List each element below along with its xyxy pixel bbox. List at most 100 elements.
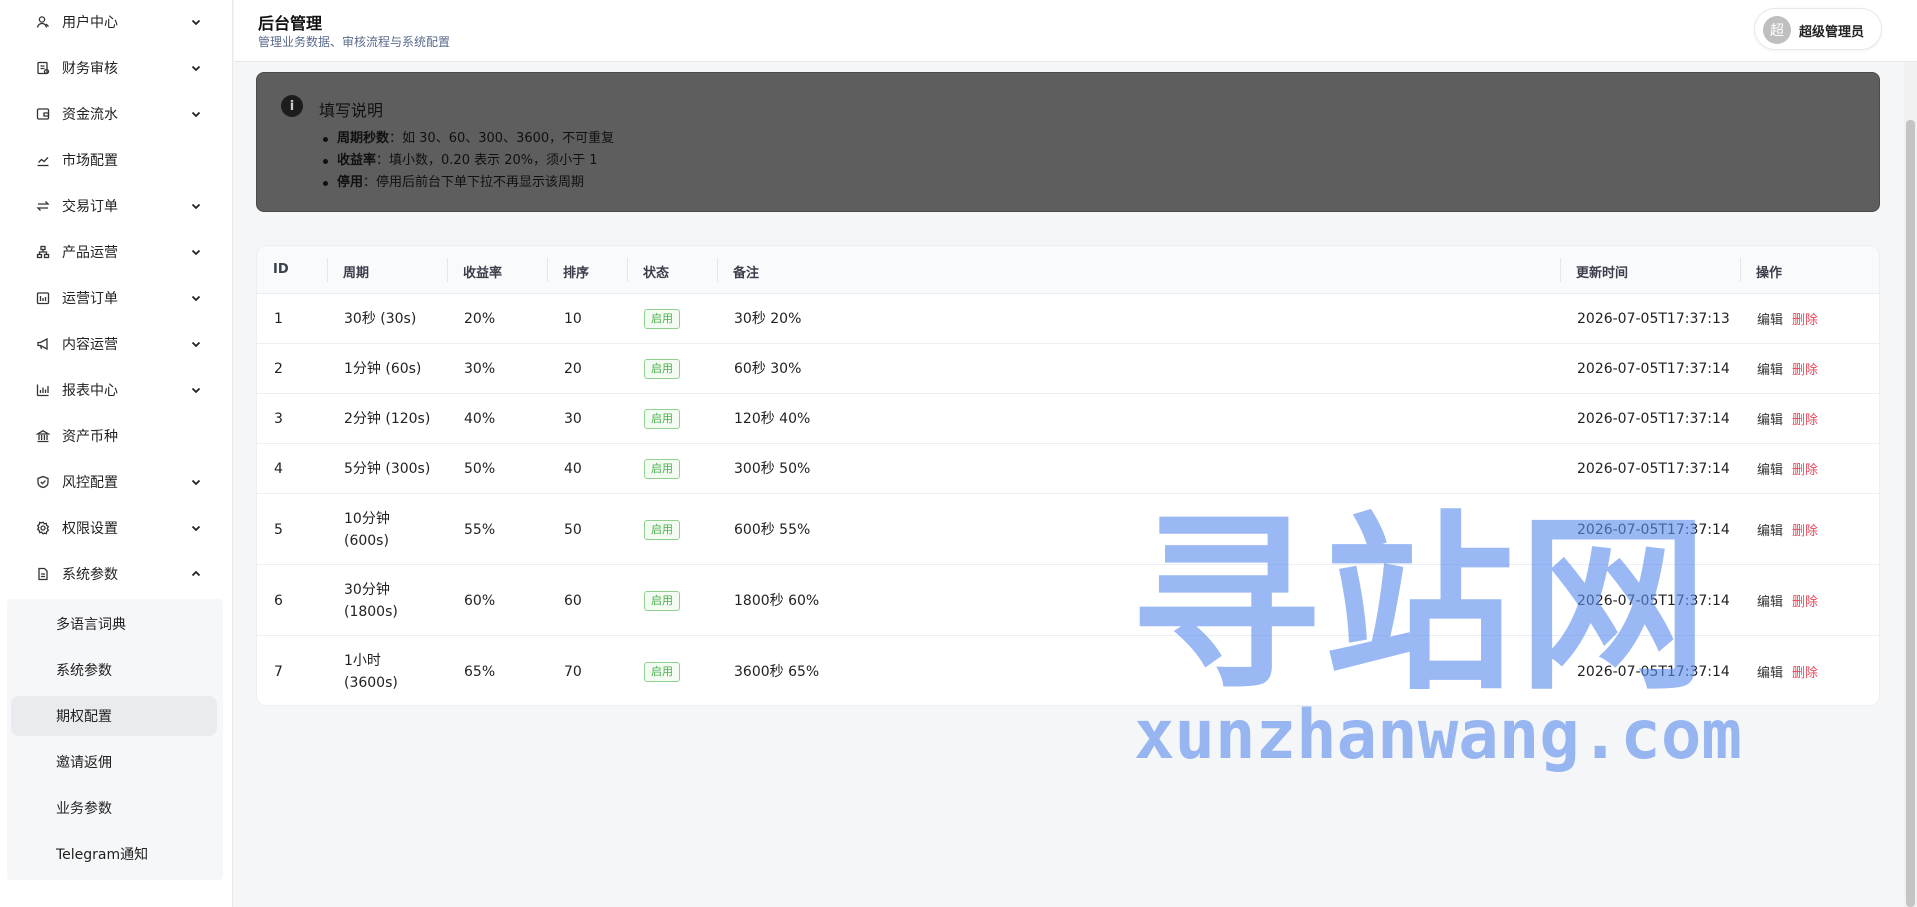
instructions-list: 周期秒数：如 30、60、300、3600，不可重复 收益率：填小数，0.20 表… — [323, 128, 614, 194]
chevron-down-icon — [190, 200, 202, 212]
cell-period: 30分钟 — [344, 581, 390, 598]
cell-updated: 2026-07-05T17:37:13 — [1577, 311, 1730, 327]
status-badge: 启用 — [644, 661, 680, 682]
delete-button[interactable]: 删除 — [1792, 459, 1818, 478]
watermark-chinese: 寻站网 — [1130, 495, 1713, 716]
cell-period-seconds: (600s) — [344, 532, 389, 549]
instructions-item: 收益率：填小数，0.20 表示 20%，须小于 1 — [323, 150, 614, 172]
bar-chart-icon — [36, 383, 50, 397]
sidebar-item[interactable]: 资产币种 — [0, 416, 233, 456]
sidebar-item[interactable]: 内容运营 — [0, 324, 233, 364]
submenu-item-label: 期权配置 — [56, 709, 112, 725]
user-menu-button[interactable]: 超 超级管理员 — [1754, 8, 1882, 50]
edit-button[interactable]: 编辑 — [1757, 520, 1783, 539]
column-header-status: 状态 — [643, 266, 670, 281]
column-header-id: ID — [273, 262, 289, 277]
instructions-title: 填写说明 — [319, 101, 384, 120]
submenu-item-label: 系统参数 — [56, 663, 112, 679]
sidebar-item[interactable]: 风控配置 — [0, 462, 233, 502]
chevron-down-icon — [190, 292, 202, 304]
chevron-down-icon — [190, 62, 202, 74]
status-badge: 启用 — [644, 359, 680, 379]
submenu-item[interactable]: Telegram通知 — [11, 834, 217, 874]
submenu-item[interactable]: 多语言词典 — [11, 604, 217, 644]
column-divider — [1560, 258, 1561, 282]
cell-id: 2 — [274, 361, 283, 377]
sidebar-item[interactable]: 财务审核 — [0, 48, 233, 88]
column-divider — [547, 258, 548, 282]
chevron-down-icon — [190, 384, 202, 396]
delete-button[interactable]: 删除 — [1792, 591, 1818, 610]
submenu-system-params: 多语言词典系统参数期权配置邀请返佣业务参数 Telegram通知 — [7, 599, 223, 880]
cell-remark: 3600秒 65% — [734, 663, 820, 680]
scrollbar-thumb[interactable] — [1906, 120, 1915, 907]
cell-rate: 40% — [464, 411, 496, 427]
sidebar-item[interactable]: 市场配置 — [0, 140, 233, 180]
column-header-rate: 收益率 — [463, 266, 503, 281]
cell-id: 7 — [274, 663, 283, 680]
column-header-sort: 排序 — [563, 266, 590, 281]
bank-icon — [36, 429, 50, 443]
edit-button[interactable]: 编辑 — [1757, 359, 1783, 378]
cell-remark: 30秒 20% — [734, 311, 802, 327]
submenu-item-label: 邀请返佣 — [56, 755, 112, 771]
submenu-item[interactable]: 业务参数 — [11, 788, 217, 828]
sidebar: 用户中心财务审核资金流水市场配置交易订单产品运营运营订单内容运营报表中心资产币种… — [0, 0, 233, 907]
edit-button[interactable]: 编辑 — [1757, 409, 1783, 428]
sidebar-item-label: 用户中心 — [62, 15, 118, 31]
sidebar-item[interactable]: 运营订单 — [0, 278, 233, 318]
cell-sort: 40 — [564, 461, 582, 477]
cell-id: 5 — [274, 521, 283, 538]
delete-button[interactable]: 删除 — [1792, 662, 1818, 681]
cell-rate: 55% — [464, 521, 496, 538]
sidebar-item[interactable]: 产品运营 — [0, 232, 233, 272]
edit-button[interactable]: 编辑 — [1757, 459, 1783, 478]
edit-button[interactable]: 编辑 — [1757, 309, 1783, 328]
sidebar-item-label: 风控配置 — [62, 475, 118, 491]
edit-button[interactable]: 编辑 — [1757, 662, 1783, 681]
sidebar-item[interactable]: 权限设置 — [0, 508, 233, 548]
sidebar-item-label: 报表中心 — [62, 383, 118, 399]
column-header-actions: 操作 — [1756, 266, 1783, 281]
table-row: 4 5分钟 (300s) 50% 40 启用 300秒 50% 2026-07-05T17:… — [257, 444, 1879, 494]
sidebar-item[interactable]: 系统参数 — [0, 554, 233, 594]
column-divider — [327, 258, 328, 282]
delete-button[interactable]: 删除 — [1792, 309, 1818, 328]
chevron-down-icon — [190, 338, 202, 350]
cell-period: 5分钟 (300s) — [344, 461, 431, 477]
swap-icon — [36, 199, 50, 213]
cell-sort: 30 — [564, 411, 582, 427]
sidebar-item[interactable]: 交易订单 — [0, 186, 233, 226]
table-row: 2 1分钟 (60s) 30% 20 启用 60秒 30% 2026-07-05T17:37… — [257, 344, 1879, 394]
submenu-item[interactable]: 系统参数 — [11, 650, 217, 690]
cell-period: 30秒 (30s) — [344, 311, 417, 327]
top-header: 后台管理 管理业务数据、审核流程与系统配置 超 超级管理员 — [234, 0, 1917, 62]
watermark-domain: xunzhanwang.com — [1134, 696, 1742, 775]
cell-id: 1 — [274, 311, 283, 327]
edit-button[interactable]: 编辑 — [1757, 591, 1783, 610]
sidebar-item-label: 系统参数 — [62, 567, 118, 583]
cell-id: 4 — [274, 461, 283, 477]
hierarchy-icon — [36, 245, 50, 259]
delete-button[interactable]: 删除 — [1792, 359, 1818, 378]
sidebar-item[interactable]: 报表中心 — [0, 370, 233, 410]
column-divider — [717, 258, 718, 282]
column-divider — [447, 258, 448, 282]
delete-button[interactable]: 删除 — [1792, 520, 1818, 539]
instructions-item-term: 收益率 — [337, 153, 377, 168]
delete-button[interactable]: 删除 — [1792, 409, 1818, 428]
chevron-down-icon — [190, 16, 202, 28]
column-divider — [627, 258, 628, 282]
submenu-item[interactable]: 期权配置 — [11, 696, 217, 736]
chart-line-icon — [36, 153, 50, 167]
sidebar-item[interactable]: 用户中心 — [0, 2, 233, 42]
sidebar-item[interactable]: 资金流水 — [0, 94, 233, 134]
submenu-item[interactable]: 邀请返佣 — [11, 742, 217, 782]
chevron-down-icon — [190, 246, 202, 258]
cell-sort: 50 — [564, 521, 582, 538]
chevron-down-icon — [190, 476, 202, 488]
submenu-item-label: 业务参数 — [56, 801, 112, 817]
sidebar-item-label: 权限设置 — [62, 521, 118, 537]
status-badge: 启用 — [644, 459, 680, 479]
sidebar-item-label: 运营订单 — [62, 291, 118, 307]
